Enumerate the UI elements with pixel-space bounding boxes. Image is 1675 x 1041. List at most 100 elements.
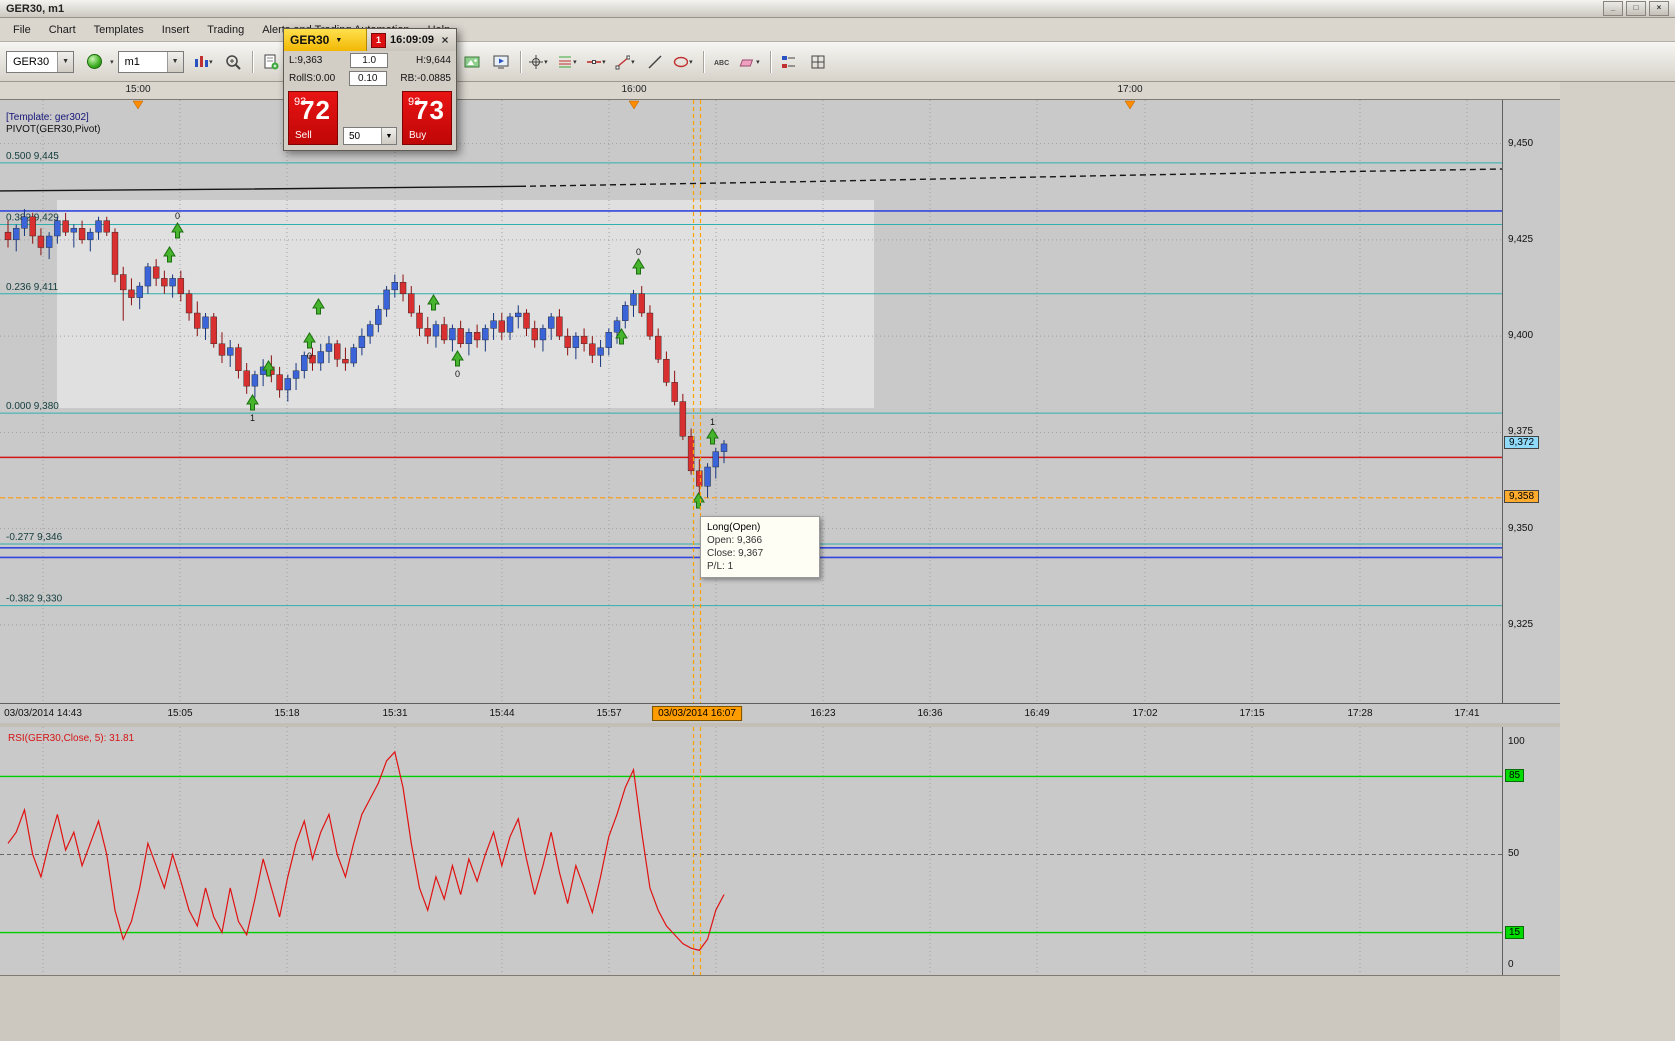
slippage-field[interactable]: 0.10: [348, 71, 387, 86]
candle: [218, 343, 226, 356]
quantity-value: 50: [349, 130, 361, 142]
toolbar-separator: [702, 50, 704, 73]
main-chart[interactable]: 0.500 9,4450.382 9,4290.236 9,4110.000 9…: [0, 100, 1502, 703]
tooltip-line: Long(Open): [707, 522, 761, 533]
time-axis[interactable]: 03/03/2014 14:43 15:05 15:18 15:31 15:44 15:5…: [0, 703, 1560, 723]
minimize-button[interactable]: _: [1603, 1, 1623, 16]
spread-field[interactable]: 1.0: [350, 53, 389, 68]
sell-button[interactable]: 93 72 Sell: [288, 91, 338, 145]
trade-panel-header-right: 1 16:09:09 ×: [366, 29, 456, 51]
time-tick: 17:28: [1347, 708, 1373, 719]
candle: [4, 231, 12, 241]
price-tick: 9,450: [1508, 137, 1534, 149]
rsi-tick: 0: [1508, 959, 1514, 970]
toolbar-separator: [251, 50, 253, 73]
sell-price-pips: 72: [300, 95, 331, 125]
candle: [169, 278, 176, 287]
connection-status-icon[interactable]: [81, 49, 108, 74]
candle: [120, 274, 127, 291]
menu-item-trading[interactable]: Trading: [198, 20, 253, 40]
candle: [375, 308, 382, 325]
symbol-select[interactable]: GER30 ▼: [6, 50, 75, 73]
text-label-icon[interactable]: ABC: [709, 49, 736, 74]
slideshow-icon[interactable]: [488, 49, 515, 74]
quantity-column: 50 ▼: [343, 91, 397, 145]
candle: [679, 401, 687, 437]
menu-item-file[interactable]: File: [4, 20, 40, 40]
new-order-icon[interactable]: [258, 49, 285, 74]
maximize-button[interactable]: □: [1626, 1, 1646, 16]
trade-panel-row-1: L:9,363 1.0 H:9,644: [284, 51, 456, 69]
candle: [440, 324, 448, 341]
chevron-down-icon[interactable]: ▼: [166, 51, 183, 72]
candle: [350, 347, 357, 364]
chevron-down-icon[interactable]: ▾: [110, 58, 114, 66]
chevron-down-icon[interactable]: ▼: [57, 51, 74, 72]
close-icon[interactable]: ×: [438, 33, 452, 47]
quantity-select[interactable]: 50 ▼: [343, 127, 397, 145]
candle: [210, 316, 217, 345]
fib-label: 0.236 9,411: [6, 282, 59, 293]
zoom-in-icon[interactable]: [220, 49, 247, 74]
candle: [317, 351, 324, 364]
candle: [531, 328, 538, 341]
bottom-strip: [0, 975, 1560, 1041]
candle: [646, 312, 654, 337]
rsi-panel[interactable]: [0, 727, 1502, 975]
time-tick: 15:44: [489, 708, 515, 719]
menu-item-chart[interactable]: Chart: [40, 20, 85, 40]
rsi-axis[interactable]: 100 85 50 15 0: [1502, 727, 1560, 975]
time-tick: 17:41: [1454, 708, 1480, 719]
timeframe-select[interactable]: m1 ▼: [117, 50, 184, 73]
candle: [556, 316, 563, 337]
fibonacci-icon[interactable]: ▾: [555, 49, 582, 74]
candle: [29, 216, 36, 237]
price-tick: 9,400: [1508, 330, 1534, 342]
eraser-icon[interactable]: ▾: [738, 49, 765, 74]
trade-panel-symbol-tab[interactable]: GER30 ▼: [284, 29, 367, 51]
chevron-down-icon[interactable]: ▼: [381, 128, 396, 144]
indicator-label: PIVOT(GER30,Pivot): [6, 124, 101, 135]
screenshot-icon[interactable]: [459, 49, 486, 74]
svg-text:ABC: ABC: [714, 60, 729, 67]
trendline-icon[interactable]: ▾: [613, 49, 640, 74]
close-button[interactable]: ×: [1649, 1, 1669, 16]
time-tick: 17:02: [1132, 708, 1158, 719]
candle: [78, 228, 86, 241]
horizontal-line-icon[interactable]: ▾: [584, 49, 611, 74]
candle: [152, 266, 160, 279]
time-tick: 15:31: [382, 708, 408, 719]
grid-icon[interactable]: [805, 49, 832, 74]
trade-panel-row-2: RollS:0.00 0.10 RB:-0.0885: [284, 69, 456, 87]
menu-item-templates[interactable]: Templates: [85, 20, 153, 40]
menu-item-insert[interactable]: Insert: [153, 20, 199, 40]
price-badge: 9,358: [1504, 489, 1540, 503]
toolbar-separator: [519, 50, 521, 73]
hour-marker: [132, 100, 144, 110]
rsi-tick: 85: [1505, 769, 1525, 783]
line-icon[interactable]: [642, 49, 669, 74]
candle: [613, 320, 621, 333]
candle: [408, 293, 415, 314]
objects-list-icon[interactable]: [776, 49, 803, 74]
crosshair-icon[interactable]: ▾: [526, 49, 553, 74]
candle: [144, 266, 152, 287]
ellipse-icon[interactable]: ▾: [671, 49, 698, 74]
menu-bar: FileChartTemplatesInsertTradingAlerts an…: [0, 18, 1675, 42]
candle: [358, 335, 366, 348]
right-strip: [1560, 82, 1675, 1041]
chevron-down-icon[interactable]: ▼: [335, 37, 342, 44]
fib-label: -0.277 9,346: [6, 532, 63, 543]
buy-label: Buy: [409, 130, 427, 141]
candle: [391, 282, 399, 291]
alert-badge[interactable]: 1: [370, 32, 386, 48]
hour-marker: [628, 100, 640, 110]
price-axis[interactable]: 9,450 9,425 9,400 9,375 9,350 9,325 9,372 9,358: [1502, 100, 1560, 703]
candle: [276, 374, 283, 391]
buy-button[interactable]: 93 73 Buy: [402, 91, 452, 145]
chart-type-icon[interactable]: ▾: [191, 49, 218, 74]
candle: [622, 305, 629, 321]
buy-price-pips: 73: [414, 95, 445, 125]
candle: [465, 332, 473, 345]
candle: [580, 335, 588, 345]
